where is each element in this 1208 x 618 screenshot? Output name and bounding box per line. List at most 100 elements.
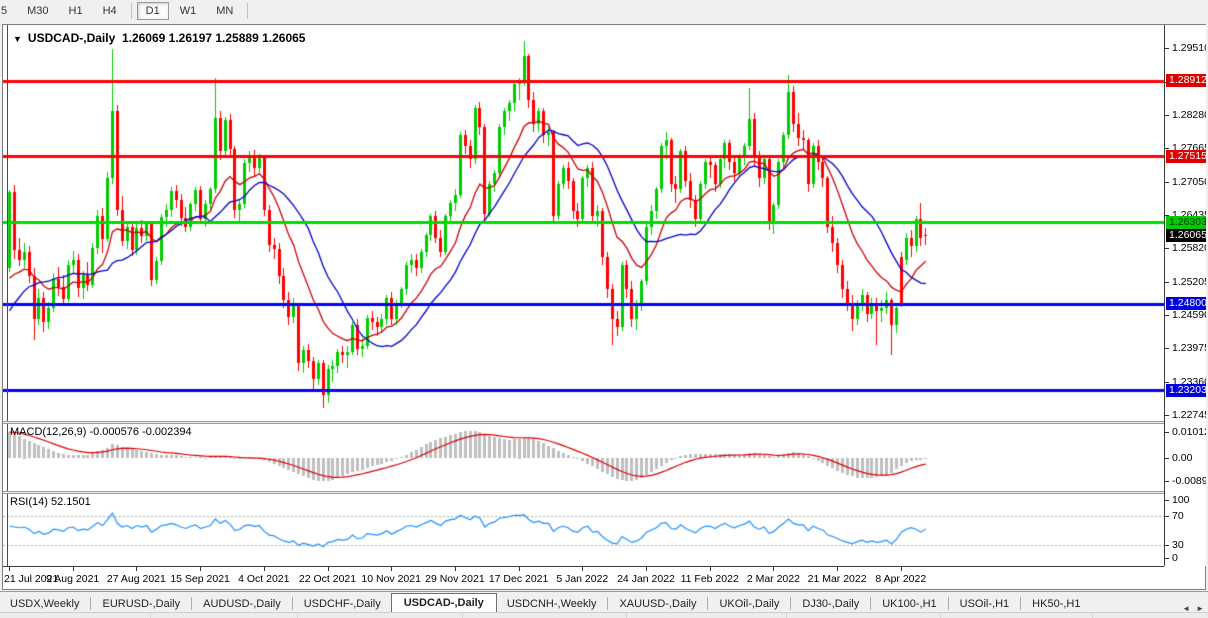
chart-title: ▼ USDCAD-,Daily 1.26069 1.26197 1.25889 1… <box>13 31 305 45</box>
toolbar-divider <box>247 3 249 19</box>
axis-tick-mark <box>1165 281 1169 283</box>
tab-separator <box>790 597 792 610</box>
date-label: 5 Jan 2022 <box>556 573 609 585</box>
panel-separator-rsi[interactable] <box>3 491 1164 494</box>
level-price-badge: 1.28912 <box>1166 74 1206 88</box>
strip-segment <box>786 613 787 618</box>
axis-tick-label: 1.24590 <box>1172 308 1206 321</box>
axis-tick-mark <box>1165 314 1169 316</box>
chart-tab-uk100[interactable]: UK100-,H1 <box>872 595 946 613</box>
level-price-badge: 1.27515 <box>1166 149 1206 163</box>
timeframe-button-h1[interactable]: H1 <box>60 2 92 20</box>
timeframe-toolbar: 5 M30 H1 H4 D1 W1 MN <box>0 0 1208 22</box>
tab-separator <box>607 597 609 610</box>
axis-tick-label: 1.25205 <box>1172 275 1206 288</box>
chart-tab-usdchf[interactable]: USDCHF-,Daily <box>294 595 391 613</box>
axis-tick-label: 100 <box>1172 494 1190 506</box>
level-price-badge: 1.23203 <box>1166 383 1206 397</box>
axis-tick-label: 1.29510 <box>1172 42 1206 55</box>
date-label: 27 Aug 2021 <box>106 573 166 585</box>
plot-left-border <box>7 25 8 566</box>
price-axis[interactable]: 1.295101.288951.282801.276651.270501.264… <box>1164 25 1206 566</box>
tab-separator <box>1020 597 1022 610</box>
timeframe-button-mn[interactable]: MN <box>207 2 242 20</box>
date-tick-mark <box>454 567 456 571</box>
date-label: 9 Aug 2021 <box>46 573 100 585</box>
axis-tick-label: 1.25820 <box>1172 242 1206 255</box>
axis-tick-mark <box>1165 181 1169 183</box>
date-tick-mark <box>837 567 839 571</box>
date-label: 8 Apr 2022 <box>875 573 927 585</box>
date-label: 11 Feb 2022 <box>680 573 739 585</box>
date-tick-mark <box>709 567 711 571</box>
chart-tab-usoil[interactable]: USOil-,H1 <box>950 595 1020 613</box>
date-tick-mark <box>391 567 393 571</box>
bottom-strip <box>0 612 1208 618</box>
chart-tab-ukoil[interactable]: UKOil-,Daily <box>709 595 789 613</box>
rsi-label: RSI(14) 52.1501 <box>10 496 91 508</box>
rsi-indicator-canvas[interactable] <box>3 494 1164 566</box>
chart-symbol-label: USDCAD-,Daily <box>27 31 116 45</box>
tab-separator <box>90 597 92 610</box>
chart-tab-dj30[interactable]: DJ30-,Daily <box>792 595 869 613</box>
date-tick-mark <box>518 567 520 571</box>
axis-tick-label: 1.28280 <box>1172 108 1206 121</box>
date-tick-mark <box>72 567 74 571</box>
date-label: 17 Dec 2021 <box>488 573 549 585</box>
chart-tab-audusd[interactable]: AUDUSD-,Daily <box>193 595 291 613</box>
timeframe-button-w1[interactable]: W1 <box>171 2 206 20</box>
strip-segment <box>462 613 463 618</box>
date-tick-mark <box>773 567 775 571</box>
mt4-terminal: 5 M30 H1 H4 D1 W1 MN ▼ USDCAD-,Daily 1.26069 1.… <box>0 0 1208 618</box>
timeframe-button-d1[interactable]: D1 <box>136 2 169 20</box>
axis-tick-mark <box>1165 381 1169 383</box>
date-label: 10 Nov 2021 <box>361 573 421 585</box>
date-label: 4 Oct 2021 <box>238 573 290 585</box>
axis-tick-label: 1.27050 <box>1172 175 1206 188</box>
strip-segment <box>626 613 627 618</box>
chart-tab-xauusd[interactable]: XAUUSD-,Daily <box>609 595 706 613</box>
date-label: 2 Mar 2022 <box>746 573 800 585</box>
current-price-badge: 1.26065 <box>1166 228 1206 242</box>
tab-separator <box>947 597 949 610</box>
date-tick-mark <box>327 567 329 571</box>
price-chart-canvas[interactable] <box>3 26 1164 421</box>
chart-tab-usdx[interactable]: USDX,Weekly <box>0 595 89 613</box>
date-label: 29 Nov 2021 <box>425 573 485 585</box>
tab-separator <box>870 597 872 610</box>
axis-tick-mark <box>1165 248 1169 250</box>
timeframe-button-m30[interactable]: M30 <box>18 2 57 20</box>
axis-tick-mark <box>1165 458 1169 459</box>
chart-ohlc-values: 1.26069 1.26197 1.25889 1.26065 <box>121 31 306 45</box>
axis-tick-label: 1.22745 <box>1172 408 1206 421</box>
axis-tick-mark <box>1165 516 1169 518</box>
macd-label: MACD(12,26,9) -0.000576 -0.002394 <box>10 426 192 438</box>
axis-tick-mark <box>1165 114 1169 116</box>
strip-segment <box>940 613 941 618</box>
chart-tab-usdcad[interactable]: USDCAD-,Daily <box>390 593 497 613</box>
panel-separator-macd[interactable] <box>3 421 1164 424</box>
date-axis[interactable]: 21 Jul 2021 9 Aug 2021 27 Aug 2021 15 Sep 2… <box>3 566 1164 589</box>
date-tick-mark <box>9 567 10 571</box>
axis-tick-label: -0.008937 <box>1172 475 1206 488</box>
axis-tick-mark <box>1165 348 1169 350</box>
timeframe-button-5[interactable]: 5 <box>0 2 16 20</box>
chart-tab-eurusd[interactable]: EURUSD-,Daily <box>92 595 190 613</box>
axis-tick-mark <box>1165 500 1169 501</box>
date-label: 21 Mar 2022 <box>807 573 867 585</box>
axis-tick-mark <box>1165 48 1169 50</box>
timeframe-button-h4[interactable]: H4 <box>94 2 126 20</box>
axis-tick-mark <box>1165 558 1169 559</box>
level-price-badge: 1.24800 <box>1166 297 1206 311</box>
chevron-down-icon[interactable]: ▼ <box>13 34 22 44</box>
tab-separator <box>291 597 293 610</box>
date-tick-mark <box>900 567 902 571</box>
chart-tab-usdcnh[interactable]: USDCNH-,Weekly <box>497 595 607 613</box>
axis-tick-label: 30 <box>1172 539 1184 552</box>
strip-segment <box>150 613 151 618</box>
level-price-badge: 1.26303 <box>1166 215 1206 229</box>
chart-tab-hk50[interactable]: HK50-,H1 <box>1022 595 1090 613</box>
strip-segment <box>297 613 298 618</box>
strip-segment <box>1092 613 1093 618</box>
axis-tick-mark <box>1165 545 1169 547</box>
